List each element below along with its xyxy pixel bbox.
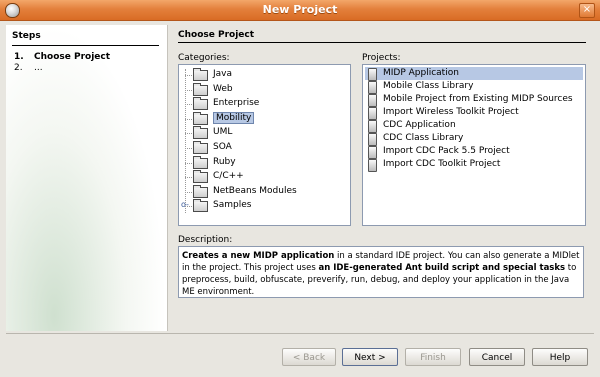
help-button[interactable]: Help (532, 348, 588, 366)
panel-divider (178, 42, 586, 43)
step-label: Choose Project (34, 52, 111, 62)
folder-icon (193, 199, 208, 213)
project-item[interactable]: Import Wireless Toolkit Project (365, 106, 583, 120)
project-label: Mobile Class Library (383, 81, 474, 91)
projects-list[interactable]: MIDP Application Mobile Class Library Mobi… (362, 64, 586, 226)
folder-icon (193, 170, 208, 184)
category-item[interactable]: NetBeans Modules (213, 185, 297, 198)
category-label: NetBeans Modules (213, 185, 297, 196)
description-box: Creates a new MIDP application in a stan… (178, 246, 584, 298)
folder-icon (193, 111, 208, 125)
categories-label: Categories: (178, 53, 230, 63)
new-project-dialog: New Project × Steps 1. Choose Project 2..… (0, 0, 600, 377)
description-bold-2: an IDE-generated Ant build script and sp… (318, 263, 566, 273)
project-item[interactable]: CDC Application (365, 119, 583, 133)
project-label: CDC Application (383, 120, 456, 130)
category-item[interactable]: Java (213, 68, 232, 81)
tree-connector (185, 162, 192, 164)
project-label: CDC Class Library (383, 133, 464, 143)
category-label: C/C++ (213, 171, 244, 182)
category-item[interactable]: Web (213, 83, 233, 96)
description-label: Description: (178, 235, 233, 245)
projects-label: Projects: (362, 53, 401, 63)
close-button[interactable]: × (579, 3, 595, 18)
categories-tree[interactable]: Java Web Enterprise Mobility UML SOA Ruby C/C++… (178, 64, 351, 226)
folder-icon (193, 126, 208, 140)
category-label: Samples (213, 200, 252, 211)
folder-icon (193, 155, 208, 169)
step-number: 1. (14, 52, 24, 62)
category-item[interactable]: Mobility (213, 111, 255, 125)
project-label: MIDP Application (383, 68, 459, 78)
folder-icon (193, 82, 208, 96)
tree-connector (185, 75, 192, 76)
project-item[interactable]: Import CDC Pack 5.5 Project (365, 145, 583, 159)
folder-icon (193, 184, 208, 198)
project-item[interactable]: Mobile Project from Existing MIDP Source… (365, 93, 583, 107)
tree-connector (185, 118, 192, 120)
project-label: Import CDC Pack 5.5 Project (383, 146, 510, 156)
next-button[interactable]: Next > (342, 348, 398, 366)
category-label: SOA (213, 142, 232, 152)
category-label: Enterprise (213, 98, 260, 109)
tree-connector (185, 89, 192, 91)
folder-icon (193, 97, 208, 111)
project-item[interactable]: MIDP Application (365, 67, 583, 81)
project-item[interactable]: Mobile Class Library (365, 80, 583, 94)
cancel-button[interactable]: Cancel (469, 348, 525, 366)
category-label: Web (213, 83, 233, 94)
project-type-icon (368, 159, 377, 172)
tree-connector (185, 148, 192, 149)
category-item[interactable]: UML (213, 126, 232, 139)
step-label: ... (34, 63, 43, 73)
window-title: New Project (262, 3, 338, 16)
tree-connector (185, 177, 192, 179)
panel-title: Choose Project (178, 30, 255, 40)
project-label: Import CDC Toolkit Project (383, 159, 501, 169)
tree-connector (185, 104, 192, 106)
category-label: Mobility (213, 111, 255, 124)
category-label: Java (213, 69, 233, 79)
back-button[interactable]: < Back (282, 348, 336, 366)
category-item[interactable]: C/C++ (213, 170, 244, 183)
category-label: UML (213, 127, 233, 138)
steps-panel: Steps 1. Choose Project 2.... (6, 25, 168, 331)
description-bold-1: Creates a new MIDP application (182, 251, 335, 261)
step-item-1: 1. Choose Project (14, 52, 110, 62)
folder-icon (193, 68, 208, 81)
step-number: 2. (14, 63, 23, 73)
expand-toggle-icon[interactable]: o- (181, 200, 189, 209)
project-item[interactable]: Import CDC Toolkit Project (365, 158, 583, 172)
project-label: Import Wireless Toolkit Project (383, 107, 519, 117)
project-label: Mobile Project from Existing MIDP Source… (383, 94, 573, 104)
step-item-2: 2.... (14, 63, 43, 73)
folder-icon (193, 141, 208, 154)
category-item[interactable]: Samples (213, 199, 251, 212)
category-item[interactable]: Enterprise (213, 97, 259, 110)
category-item[interactable]: Ruby (213, 156, 236, 169)
category-item[interactable]: SOA (213, 141, 232, 154)
steps-header: Steps (12, 31, 41, 41)
tree-connector (185, 191, 192, 193)
button-bar-divider (6, 333, 594, 334)
title-bar[interactable]: New Project × (0, 0, 600, 21)
category-label: Ruby (213, 156, 236, 167)
tree-connector (185, 133, 192, 135)
project-item[interactable]: CDC Class Library (365, 132, 583, 146)
finish-button[interactable]: Finish (405, 348, 461, 366)
steps-divider (12, 45, 159, 46)
